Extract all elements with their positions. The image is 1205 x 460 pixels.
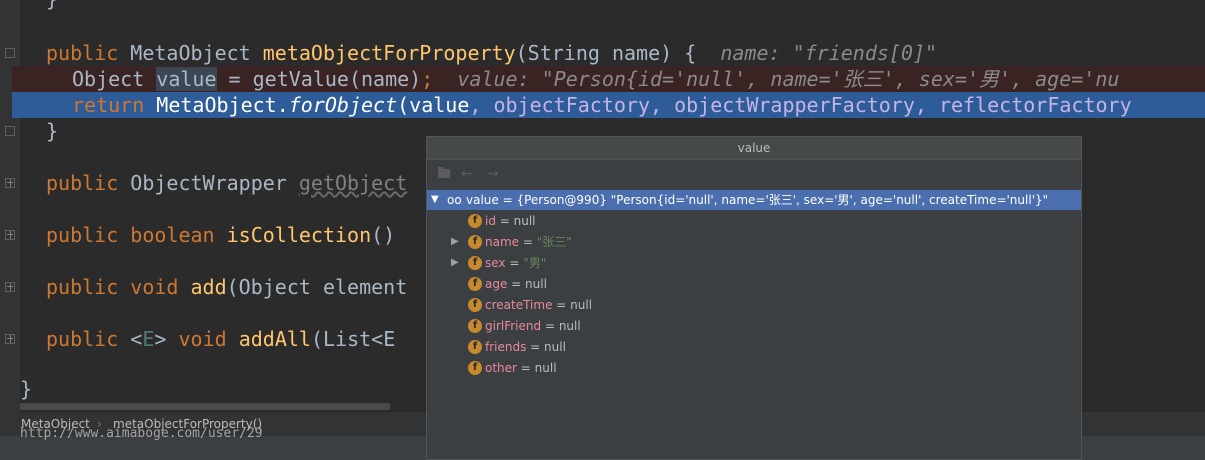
expand-fold-icon[interactable] bbox=[5, 230, 15, 240]
field-value: null bbox=[544, 340, 566, 354]
fold-marker-icon[interactable] bbox=[5, 126, 15, 136]
field-text: girlFriend = null bbox=[485, 316, 581, 336]
inline-debug-hint: value: "Person{id='null', name='张三', sex… bbox=[457, 67, 1120, 91]
back-arrow-icon[interactable]: ← bbox=[461, 166, 473, 182]
field-name: age bbox=[485, 277, 508, 291]
field-value: null bbox=[558, 319, 581, 333]
field-icon: f bbox=[468, 256, 482, 270]
popup-title: value bbox=[427, 137, 1081, 160]
code-line: public boolean isCollection() bbox=[46, 223, 396, 247]
expand-fold-icon[interactable] bbox=[5, 282, 15, 292]
field-value: null bbox=[513, 214, 536, 228]
collapse-arrow-icon[interactable]: ▼ bbox=[431, 190, 439, 210]
popup-toolbar: ← → bbox=[427, 160, 1081, 188]
field-equals: = bbox=[507, 277, 526, 291]
field-icon: f bbox=[468, 214, 482, 228]
code-line: public void add(Object element bbox=[46, 275, 408, 299]
forward-arrow-icon[interactable]: → bbox=[487, 166, 499, 182]
field-text: friends = null bbox=[485, 337, 566, 357]
field-value: null bbox=[525, 277, 547, 291]
field-text: name = "张三" bbox=[485, 232, 572, 252]
field-text: age = null bbox=[485, 274, 547, 294]
code-line: public ObjectWrapper getObject bbox=[46, 171, 408, 195]
field-icon: f bbox=[468, 319, 482, 333]
field-equals: = bbox=[495, 214, 514, 228]
tree-row-createTime[interactable]: f createTime = null bbox=[427, 295, 1081, 315]
field-text: other = null bbox=[485, 358, 557, 378]
watch-glasses-icon: oo bbox=[447, 193, 462, 207]
field-equals: = bbox=[526, 340, 545, 354]
field-name: girlFriend bbox=[485, 319, 542, 333]
field-value: "张三" bbox=[536, 235, 572, 249]
tree-row-sex[interactable]: ▶ f sex = "男" bbox=[427, 253, 1081, 273]
fold-marker-icon[interactable] bbox=[5, 48, 15, 58]
code-line: return MetaObject.forObject(value, objec… bbox=[72, 93, 1132, 117]
expand-fold-icon[interactable] bbox=[5, 334, 15, 344]
tree-row-friends[interactable]: f friends = null bbox=[427, 337, 1081, 357]
field-text: createTime = null bbox=[485, 295, 592, 315]
field-icon: f bbox=[468, 277, 482, 291]
tree-root-row[interactable]: ▼ oo value = {Person@990} "Person{id='nu… bbox=[427, 190, 1081, 210]
field-icon: f bbox=[468, 361, 482, 375]
field-icon: f bbox=[468, 340, 482, 354]
expand-arrow-icon[interactable]: ▶ bbox=[451, 253, 459, 273]
field-equals: = bbox=[519, 235, 537, 249]
watermark: http://www.aimaboge.com/user/29 bbox=[20, 426, 263, 441]
field-text: id = null bbox=[485, 211, 536, 231]
debug-value-popup[interactable]: value ← → ▼ oo value = {Person@990} "Per… bbox=[426, 136, 1082, 460]
editor-gutter bbox=[0, 0, 20, 412]
field-name: other bbox=[485, 361, 517, 375]
field-value: null bbox=[534, 361, 557, 375]
field-equals: = bbox=[541, 319, 559, 333]
field-name: id bbox=[485, 214, 496, 228]
field-name: name bbox=[485, 235, 520, 249]
code-line: } bbox=[20, 377, 33, 401]
tree-row-id[interactable]: f id = null bbox=[427, 211, 1081, 231]
field-equals: = bbox=[516, 361, 535, 375]
field-value: "男" bbox=[523, 256, 547, 270]
code-line: } bbox=[46, 119, 59, 143]
field-equals: = bbox=[505, 256, 524, 270]
field-name: friends bbox=[485, 340, 527, 354]
code-line: } bbox=[46, 0, 58, 12]
horizontal-scrollbar[interactable] bbox=[20, 403, 390, 410]
field-text: sex = "男" bbox=[485, 253, 546, 273]
field-equals: = bbox=[552, 298, 571, 312]
field-value: null bbox=[570, 298, 593, 312]
expand-arrow-icon[interactable]: ▶ bbox=[451, 232, 459, 252]
tree-row-age[interactable]: f age = null bbox=[427, 274, 1081, 294]
tree-row-girlFriend[interactable]: f girlFriend = null bbox=[427, 316, 1081, 336]
field-name: sex bbox=[485, 256, 506, 270]
inline-debug-hint: name: "friends[0]" bbox=[720, 41, 938, 65]
field-icon: f bbox=[468, 298, 482, 312]
tree-row-name[interactable]: ▶ f name = "张三" bbox=[427, 232, 1081, 252]
root-value-text: value = {Person@990} "Person{id='null', … bbox=[466, 193, 1049, 207]
code-line: public <E> void addAll(List<E bbox=[46, 327, 396, 351]
code-line: public MetaObject metaObjectForProperty(… bbox=[46, 41, 938, 65]
field-icon: f bbox=[468, 235, 482, 249]
code-line: Object value = getValue(name); value: "P… bbox=[72, 67, 1120, 91]
pin-icon[interactable] bbox=[437, 166, 451, 184]
field-name: createTime bbox=[485, 298, 553, 312]
expand-fold-icon[interactable] bbox=[5, 178, 15, 188]
tree-row-other[interactable]: f other = null bbox=[427, 358, 1081, 378]
